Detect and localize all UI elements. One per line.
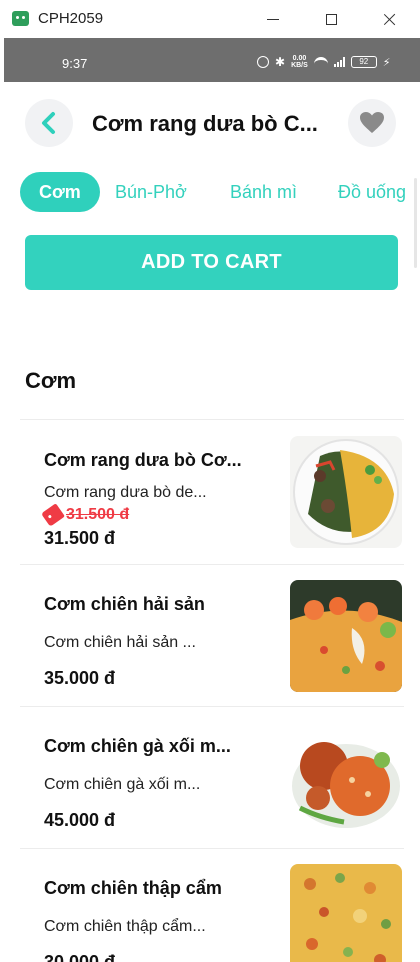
price-tag-icon [41,503,65,527]
item-description: Cơm chiên hải sản ... [44,634,196,651]
tab-do-uong[interactable]: Đồ uống [338,172,406,212]
app-screen: Cơm rang dưa bò C... Cơm Bún-Phở Bánh mì… [4,82,420,962]
status-time: 9:37 [62,56,88,71]
close-window-button[interactable] [364,4,414,34]
minimize-button[interactable] [248,4,298,34]
food-image [290,580,402,692]
add-to-cart-button[interactable]: ADD TO CART [25,235,398,290]
tab-bun-pho[interactable]: Bún-Phở [115,172,187,212]
android-app-icon [12,11,29,26]
favorite-button[interactable] [348,99,396,147]
item-discount: 31.500 đ [41,503,130,527]
signal-icon [333,57,345,67]
heart-icon [360,112,384,133]
category-tabs: Cơm Bún-Phở Bánh mì Đồ uống [20,172,420,212]
maximize-icon [325,13,337,25]
item-name: Cơm chiên thập cẩm [44,878,222,898]
item-name: Cơm chiên hải sản [44,594,205,614]
menu-item[interactable]: Cơm chiên hải sản Cơm chiên hải sản ... … [20,566,404,706]
item-name: Cơm rang dưa bò Cơ... [44,450,242,470]
item-price: 30.000 đ [44,952,116,962]
minimize-icon [267,18,279,20]
chevron-left-icon [42,112,55,134]
food-image [290,722,402,834]
window-title: CPH2059 [38,10,104,27]
maximize-button[interactable] [306,4,356,34]
phone-status-bar: 9:37 ✱ 0.00 KB/S 92 ⚡ [4,38,420,82]
alarm-icon [257,56,269,68]
item-price: 31.500 đ [44,528,116,548]
status-icons: ✱ 0.00 KB/S 92 ⚡ [257,54,391,70]
item-old-price: 31.500 đ [66,506,130,523]
charging-icon: ⚡ [382,56,391,69]
divider [20,564,404,565]
item-description: Cơm chiên thập cẩm... [44,918,206,935]
net-speed-unit: KB/S [291,62,308,69]
net-speed: 0.00 KB/S [291,55,308,69]
window-titlebar: CPH2059 [0,0,420,38]
section-title: Cơm [25,368,77,393]
food-image [290,436,402,548]
close-icon [383,13,396,26]
tab-banh-mi[interactable]: Bánh mì [230,172,297,212]
item-price: 45.000 đ [44,810,116,830]
menu-item[interactable]: Cơm chiên gà xối m... Cơm chiên gà xối m… [20,708,404,848]
back-button[interactable] [25,99,73,147]
menu-item[interactable]: Cơm chiên thập cẩm Cơm chiên thập cẩm...… [20,850,404,962]
tab-com[interactable]: Cơm [20,172,100,212]
item-name: Cơm chiên gà xối m... [44,736,231,756]
battery-icon: 92 [350,56,377,68]
wifi-icon [313,57,328,67]
item-description: Cơm rang dưa bò de... [44,484,207,501]
divider [20,419,404,420]
bluetooth-icon: ✱ [275,55,286,69]
item-description: Cơm chiên gà xối m... [44,776,201,793]
tabs-scrollbar[interactable] [414,178,417,268]
food-image [290,864,402,962]
page-title: Cơm rang dưa bò C... [92,111,318,136]
item-price: 35.000 đ [44,668,116,688]
net-speed-value: 0.00 [292,55,307,62]
divider [20,848,404,849]
menu-item[interactable]: Cơm rang dưa bò Cơ... Cơm rang dưa bò de… [20,422,404,562]
divider [20,706,404,707]
